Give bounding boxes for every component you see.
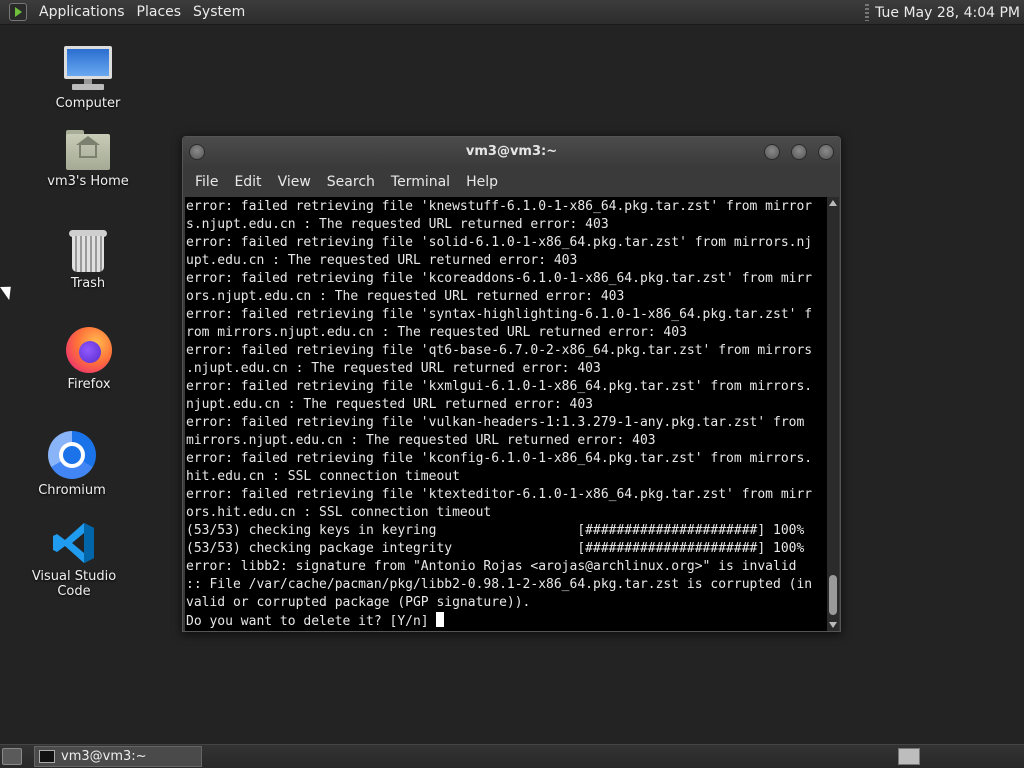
terminal-line: valid or corrupted package (PGP signatur… (186, 595, 531, 610)
desktop-icon-chromium[interactable]: Chromium (12, 431, 132, 498)
vscode-icon (52, 521, 96, 565)
desktop-icon-label: Chromium (38, 483, 106, 498)
terminal-line: Do you want to delete it? [Y/n] (186, 612, 827, 631)
mouse-pointer-icon (0, 281, 17, 301)
desktop-icon-trash[interactable]: Trash (28, 230, 148, 291)
firefox-icon (66, 327, 112, 373)
menu-places[interactable]: Places (131, 4, 188, 20)
terminal-line: :: File /var/cache/pacman/pkg/libb2-0.98… (186, 577, 813, 592)
menu-terminal[interactable]: Terminal (383, 174, 458, 190)
minimize-button[interactable] (764, 144, 780, 160)
terminal-line: error: failed retrieving file 'solid-6.1… (186, 235, 813, 250)
desktop-icon-firefox[interactable]: Firefox (29, 327, 149, 392)
top-panel: Applications Places System Tue May 28, 4… (0, 0, 1024, 25)
window-title: vm3@vm3:~ (465, 144, 558, 159)
terminal-line: ors.njupt.edu.cn : The requested URL ret… (186, 289, 625, 304)
terminal-window[interactable]: vm3@vm3:~ File Edit View Search Terminal… (182, 136, 841, 632)
terminal-line: error: failed retrieving file 'vulkan-he… (186, 415, 813, 430)
clock[interactable]: Tue May 28, 4:04 PM (875, 5, 1020, 21)
desktop-icon-label: Trash (70, 276, 106, 291)
scroll-down-arrow-icon[interactable] (829, 622, 837, 628)
terminal-line: mirrors.njupt.edu.cn : The requested URL… (186, 433, 656, 448)
terminal-menubar: File Edit View Search Terminal Help (183, 167, 840, 196)
terminal-text: error: failed retrieving file 'knewstuff… (185, 197, 827, 631)
menu-edit[interactable]: Edit (226, 174, 269, 190)
terminal-line: error: failed retrieving file 'syntax-hi… (186, 307, 813, 322)
show-desktop-icon[interactable] (2, 748, 22, 765)
terminal-line: error: failed retrieving file 'kxmlgui-6… (186, 379, 813, 394)
desktop-icon-label: Firefox (67, 377, 111, 392)
desktop-icon-label: Computer (55, 96, 121, 111)
desktop-icon-computer[interactable]: Computer (28, 46, 148, 111)
scrollbar-thumb[interactable] (829, 575, 837, 615)
desktop-icon-label: Visual Studio Code (31, 569, 117, 599)
text-cursor (436, 612, 445, 627)
desktop-icon-vscode[interactable]: Visual Studio Code (14, 521, 134, 599)
trash-icon (69, 230, 107, 272)
panel-tray: Tue May 28, 4:04 PM (865, 0, 1020, 25)
desktop-icon-home[interactable]: vm3's Home (28, 130, 148, 189)
menu-applications[interactable]: Applications (33, 4, 131, 20)
panel-grip-icon[interactable] (865, 4, 870, 21)
terminal-line: s.njupt.edu.cn : The requested URL retur… (186, 217, 609, 232)
menu-help[interactable]: Help (458, 174, 506, 190)
title-bar[interactable]: vm3@vm3:~ (183, 137, 840, 167)
terminal-line: error: failed retrieving file 'kconfig-6… (186, 451, 813, 466)
computer-icon (64, 46, 112, 92)
taskbar-label: vm3@vm3:~ (61, 749, 147, 764)
terminal-line: ors.hit.edu.cn : SSL connection timeout (186, 505, 492, 520)
terminal-line: .njupt.edu.cn : The requested URL return… (186, 361, 601, 376)
terminal-line: error: failed retrieving file 'ktextedit… (186, 487, 813, 502)
menu-system[interactable]: System (187, 4, 251, 20)
terminal-output[interactable]: error: failed retrieving file 'knewstuff… (185, 197, 827, 631)
scroll-up-arrow-icon[interactable] (829, 200, 837, 206)
workspace-switcher[interactable] (898, 748, 920, 765)
terminal-line: njupt.edu.cn : The requested URL returne… (186, 397, 593, 412)
chromium-icon (48, 431, 96, 479)
terminal-line: error: failed retrieving file 'qt6-base-… (186, 343, 813, 358)
menu-file[interactable]: File (187, 174, 226, 190)
taskbar-terminal-button[interactable]: vm3@vm3:~ (34, 746, 202, 767)
distro-logo-icon[interactable] (9, 3, 27, 21)
terminal-line: error: libb2: signature from "Antonio Ro… (186, 559, 797, 574)
terminal-icon (39, 750, 55, 763)
menu-view[interactable]: View (270, 174, 319, 190)
terminal-line: (53/53) checking package integrity [####… (186, 541, 805, 556)
terminal-line: error: failed retrieving file 'kcoreaddo… (186, 271, 813, 286)
terminal-line: rom mirrors.njupt.edu.cn : The requested… (186, 325, 687, 340)
menu-search[interactable]: Search (319, 174, 383, 190)
home-folder-icon (66, 130, 110, 170)
close-button[interactable] (818, 144, 834, 160)
terminal-line: (53/53) checking keys in keyring [######… (186, 523, 805, 538)
bottom-panel: vm3@vm3:~ (0, 744, 1024, 768)
terminal-line: hit.edu.cn : SSL connection timeout (186, 469, 460, 484)
desktop-icon-label: vm3's Home (47, 174, 129, 189)
terminal-scrollbar[interactable] (827, 197, 839, 631)
terminal-line: error: failed retrieving file 'knewstuff… (186, 199, 813, 214)
maximize-button[interactable] (791, 144, 807, 160)
terminal-line: upt.edu.cn : The requested URL returned … (186, 253, 578, 268)
